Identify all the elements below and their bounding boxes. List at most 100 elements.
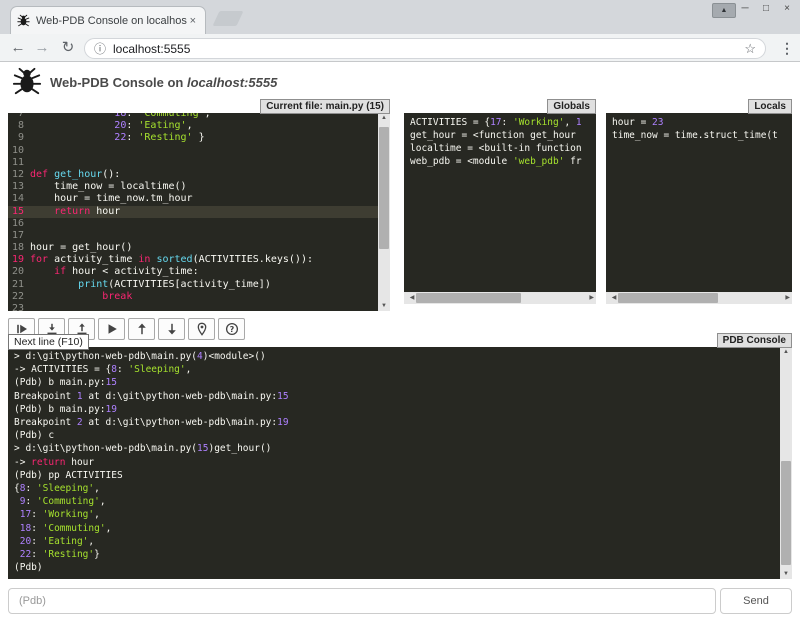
scrollbar-thumb[interactable]: [416, 293, 521, 303]
code-token: ,: [106, 523, 112, 534]
code-token: (ACTIVITIES[activity_time]): [108, 279, 271, 290]
code-token: ,: [186, 364, 192, 375]
code-token: hour: [90, 206, 120, 217]
code-text: hour = get_hour(): [30, 242, 132, 254]
close-button[interactable]: ×: [777, 1, 797, 17]
code-token: return: [31, 457, 65, 468]
web-pdb-bug-logo-icon: [12, 66, 42, 96]
code-token: ,: [100, 496, 106, 507]
code-line: 16: [8, 218, 378, 230]
console-line: 20: 'Eating',: [14, 535, 778, 548]
code-token: 'Commuting': [138, 113, 204, 119]
scrollbar-thumb[interactable]: [618, 293, 718, 303]
code-token: get_hour = <function get_hour at 0x: [410, 130, 582, 141]
continue-button[interactable]: [98, 318, 125, 340]
code-token: ,: [88, 536, 94, 547]
code-token: activity_time: [48, 254, 138, 265]
code-token: Breakpoint: [14, 417, 77, 428]
code-token: }: [193, 132, 205, 143]
code-token: [30, 279, 78, 290]
stack-down-button[interactable]: [158, 318, 185, 340]
next-line-tooltip: Next line (F10): [8, 334, 89, 350]
help-icon: ?: [225, 322, 239, 336]
code-token: Breakpoint: [14, 391, 77, 402]
code-line: 15 return hour: [8, 206, 378, 218]
code-text: for activity_time in sorted(ACTIVITIES.k…: [30, 254, 313, 266]
play-icon: [105, 322, 119, 336]
locals-scrollbar[interactable]: ◀ ▶: [606, 292, 792, 304]
code-line: 13 time_now = localtime(): [8, 181, 378, 193]
code-text: print(ACTIVITIES[activity_time]): [30, 279, 271, 291]
scrollbar-thumb[interactable]: [379, 127, 389, 249]
console-line: -> ACTIVITIES = {8: 'Sleeping',: [14, 363, 778, 376]
browser-menu-icon[interactable]: ⋮: [778, 37, 796, 59]
browser-tab-strip: Web-PDB Console on localhost:5555 × ▲ ─ …: [0, 0, 800, 34]
breakpoint-line-number: 19: [8, 254, 30, 266]
url-text: localhost:5555: [113, 42, 190, 56]
scroll-up-icon[interactable]: ▲: [378, 115, 390, 121]
code-scrollbar[interactable]: ▲ ▼: [378, 113, 390, 311]
maximize-button[interactable]: □: [756, 1, 776, 17]
code-token: ,: [187, 120, 193, 131]
globals-lines: ACTIVITIES = {17: 'Working', 18: 'Commut…: [410, 116, 582, 168]
stack-up-button[interactable]: [128, 318, 155, 340]
scrollbar-thumb[interactable]: [781, 461, 791, 565]
code-token: 15: [197, 443, 208, 454]
scroll-down-icon[interactable]: ▼: [780, 571, 792, 577]
code-token: hour = get_hour(): [30, 242, 132, 253]
scroll-right-icon[interactable]: ▶: [785, 292, 790, 304]
address-bar[interactable]: ⓘ localhost:5555 ☆: [84, 38, 766, 59]
back-button[interactable]: ←: [6, 37, 30, 59]
code-token: 18: [20, 523, 31, 534]
line-number: 22: [8, 291, 30, 303]
code-line: 12def get_hour():: [8, 169, 378, 181]
code-token: 23: [652, 117, 663, 128]
code-token: > d:\git\python-web-pdb\main.py(: [14, 351, 197, 362]
tab-close-icon[interactable]: ×: [187, 15, 199, 27]
bookmark-star-icon[interactable]: ☆: [744, 41, 756, 57]
scroll-up-icon[interactable]: ▲: [780, 349, 792, 355]
new-tab-button[interactable]: [213, 11, 244, 26]
code-token: 'Commuting': [43, 523, 106, 534]
code-token: 'Working': [513, 117, 564, 128]
code-text: 20: 'Eating',: [30, 120, 193, 132]
code-token: ,: [94, 483, 100, 494]
code-token: at d:\git\python-web-pdb\main.py:: [83, 417, 277, 428]
code-token: ,: [205, 113, 211, 119]
console-line: Breakpoint 1 at d:\git\python-web-pdb\ma…: [14, 390, 778, 403]
code-token: :: [31, 536, 42, 547]
console-scrollbar[interactable]: ▲ ▼: [780, 347, 792, 579]
svg-text:?: ?: [229, 325, 234, 334]
code-token: return: [54, 206, 90, 217]
code-token: )get_hour(): [208, 443, 271, 454]
pdb-command-input[interactable]: [8, 588, 716, 614]
code-line: 19for activity_time in sorted(ACTIVITIES…: [8, 254, 378, 266]
code-token: (Pdb): [14, 562, 43, 573]
globals-line: localtime = <built-in function localtime: [410, 142, 582, 155]
arrow-down-icon: [165, 322, 179, 336]
scroll-down-icon[interactable]: ▼: [378, 303, 390, 309]
scroll-right-icon[interactable]: ▶: [589, 292, 594, 304]
code-token: ,: [564, 117, 575, 128]
code-token: hour =: [612, 117, 652, 128]
send-button[interactable]: Send: [720, 588, 792, 614]
line-number: 8: [8, 120, 30, 132]
favicon-bug-icon: [17, 14, 31, 28]
refresh-button[interactable]: ↻: [56, 37, 80, 59]
help-button[interactable]: ?: [218, 318, 245, 340]
forward-button[interactable]: →: [30, 37, 54, 59]
console-line: (Pdb) c: [14, 429, 778, 442]
titlebar-chip-button[interactable]: ▲: [712, 3, 736, 18]
minimize-button[interactable]: ─: [735, 1, 755, 17]
page-info-icon[interactable]: ⓘ: [94, 40, 106, 57]
tab-title: Web-PDB Console on localhost:5555: [36, 15, 187, 27]
code-token: 'Working': [43, 509, 94, 520]
globals-scrollbar[interactable]: ◀ ▶: [404, 292, 596, 304]
where-button[interactable]: [188, 318, 215, 340]
code-token: sorted: [156, 254, 192, 265]
browser-tab[interactable]: Web-PDB Console on localhost:5555 ×: [10, 6, 206, 34]
code-line: 22 break: [8, 291, 378, 303]
code-token: :: [126, 132, 138, 143]
code-token: hour < activity_time:: [66, 266, 198, 277]
page-title-text: Web-PDB Console on: [50, 75, 187, 90]
